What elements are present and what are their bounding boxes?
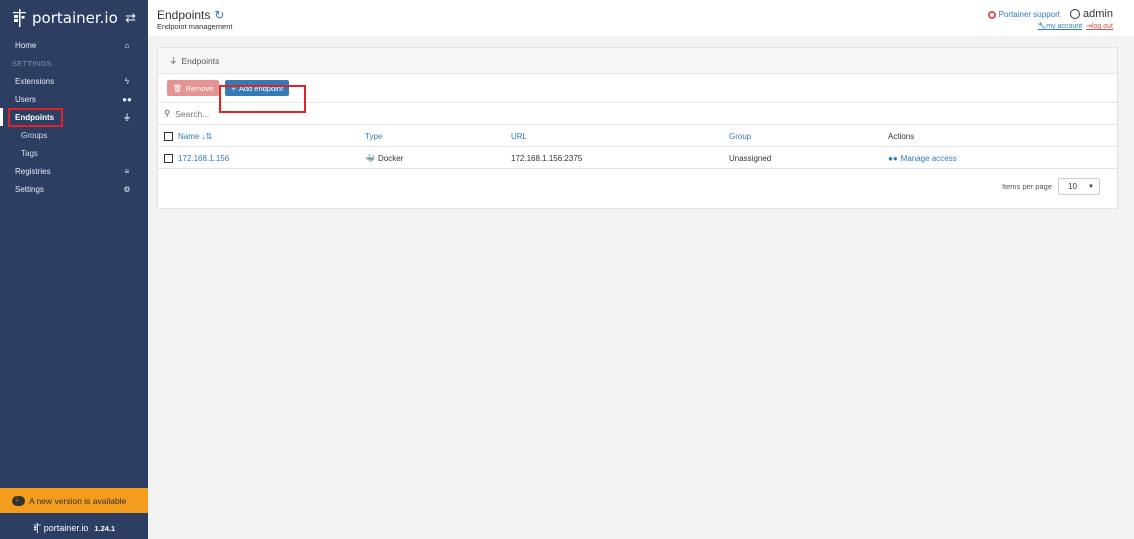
sidebar-subitem-groups[interactable]: Groups bbox=[0, 126, 148, 144]
sidebar-item-label: Home bbox=[15, 40, 37, 50]
endpoint-type: 🐳 Docker bbox=[365, 153, 404, 163]
sidebar: portainer.io ⇄ Home ⌂ SETTINGS Extension… bbox=[0, 0, 148, 539]
row-checkbox[interactable] bbox=[164, 147, 173, 169]
sidebar-item-label: Users bbox=[15, 94, 36, 104]
sidebar-item-label: Extensions bbox=[15, 76, 55, 86]
sidebar-section-settings: SETTINGS bbox=[12, 58, 52, 68]
portainer-logo-icon bbox=[13, 9, 26, 27]
table-header: Name ↓⇅ Type URL Group Actions bbox=[158, 125, 1117, 147]
select-all-checkbox[interactable] bbox=[164, 125, 173, 147]
remove-button[interactable]: 🗑 Remove bbox=[167, 80, 220, 96]
sidebar-subitem-tags[interactable]: Tags bbox=[0, 144, 148, 162]
my-account-link[interactable]: 🔧my account bbox=[1038, 22, 1083, 30]
sidebar-item-registries[interactable]: Registries ≡ bbox=[0, 162, 148, 180]
widget-header: ⏚ Endpoints bbox=[158, 48, 1117, 74]
page-title-text: Endpoints bbox=[157, 8, 211, 22]
sidebar-item-extensions[interactable]: Extensions ϟ bbox=[0, 72, 148, 90]
bolt-icon: ϟ bbox=[124, 76, 130, 86]
page-title: Endpoints ↻ bbox=[157, 8, 224, 22]
life-ring-icon bbox=[987, 10, 996, 19]
sidebar-item-settings[interactable]: Settings ⚙ bbox=[0, 180, 148, 198]
main-content: ⏚ Endpoints 🗑 Remove + Add endpoint ⚲ Na… bbox=[148, 37, 1134, 539]
manage-access-link[interactable]: ●● Manage access bbox=[888, 147, 957, 169]
highlight-box-add-endpoint bbox=[219, 85, 306, 113]
table-row: 172.168.1.156 🐳 Docker 172.168.1.156:237… bbox=[158, 147, 1117, 169]
plug-icon: ⏚ bbox=[169, 55, 178, 66]
home-icon: ⌂ bbox=[124, 40, 130, 50]
widget-title: Endpoints bbox=[181, 55, 220, 66]
items-per-page-select[interactable]: 10 ▼ bbox=[1058, 178, 1100, 195]
sidebar-item-label: Settings bbox=[15, 184, 44, 194]
highlight-box-endpoints bbox=[8, 108, 63, 127]
update-banner-text: A new version is available bbox=[29, 495, 127, 506]
users-icon: ●● bbox=[888, 153, 898, 163]
page-header: Endpoints ↻ Endpoint management Portaine… bbox=[148, 0, 1134, 37]
footer-logo: portainer.io bbox=[33, 522, 89, 534]
endpoint-url: 172.168.1.156:2375 bbox=[511, 153, 583, 163]
users-icon: ●● bbox=[122, 94, 132, 104]
user-menu: admin bbox=[1070, 8, 1113, 20]
support-link[interactable]: Portainer support bbox=[987, 10, 1060, 19]
pagination-controls: Items per page 10 ▼ bbox=[1002, 178, 1100, 195]
page-subtitle: Endpoint management bbox=[157, 22, 233, 31]
column-header-name[interactable]: Name ↓⇅ bbox=[178, 125, 212, 147]
database-icon: ≡ bbox=[124, 166, 130, 176]
user-circle-icon bbox=[1070, 9, 1081, 19]
brand-name: portainer.io bbox=[32, 9, 118, 27]
plug-icon: ⏚ bbox=[123, 112, 131, 122]
sidebar-toggle-icon[interactable]: ⇄ bbox=[125, 10, 136, 26]
sidebar-item-users[interactable]: Users ●● bbox=[0, 90, 148, 108]
docker-icon: 🐳 bbox=[365, 153, 375, 163]
update-banner[interactable]: A new version is available bbox=[0, 488, 148, 513]
endpoints-widget: ⏚ Endpoints 🗑 Remove + Add endpoint ⚲ Na… bbox=[157, 47, 1118, 209]
footer-brand: portainer.io bbox=[43, 523, 89, 533]
username: admin bbox=[1083, 8, 1113, 20]
active-indicator bbox=[0, 108, 3, 126]
cogs-icon: ⚙ bbox=[123, 184, 131, 194]
search-icon: ⚲ bbox=[164, 108, 171, 118]
support-label: Portainer support bbox=[998, 10, 1060, 19]
items-per-page-label: Items per page bbox=[1001, 182, 1052, 191]
column-header-actions: Actions bbox=[888, 131, 915, 141]
refresh-icon[interactable]: ↻ bbox=[214, 8, 224, 22]
column-header-group[interactable]: Group bbox=[729, 125, 751, 147]
column-header-url[interactable]: URL bbox=[511, 125, 527, 147]
endpoint-group: Unassigned bbox=[729, 153, 772, 163]
log-out-link[interactable]: ⇥log out bbox=[1086, 22, 1113, 30]
sidebar-footer: portainer.io 1.24.1 bbox=[0, 517, 148, 539]
caret-down-icon: ▼ bbox=[1088, 183, 1094, 190]
sidebar-item-home[interactable]: Home ⌂ bbox=[0, 36, 148, 54]
sidebar-header: portainer.io ⇄ bbox=[0, 0, 148, 36]
cloud-download-icon bbox=[12, 494, 25, 506]
sidebar-item-label: Registries bbox=[15, 166, 51, 176]
portainer-logo[interactable]: portainer.io bbox=[12, 8, 118, 28]
sort-icon: ↓⇅ bbox=[201, 131, 213, 141]
account-links: 🔧my account ⇥log out bbox=[1038, 22, 1113, 30]
endpoint-name-link[interactable]: 172.168.1.156 bbox=[178, 147, 229, 169]
version-label: 1.24.1 bbox=[94, 523, 116, 533]
column-header-type[interactable]: Type bbox=[365, 125, 382, 147]
trash-icon: 🗑 bbox=[173, 83, 183, 93]
portainer-logo-icon bbox=[33, 522, 41, 534]
